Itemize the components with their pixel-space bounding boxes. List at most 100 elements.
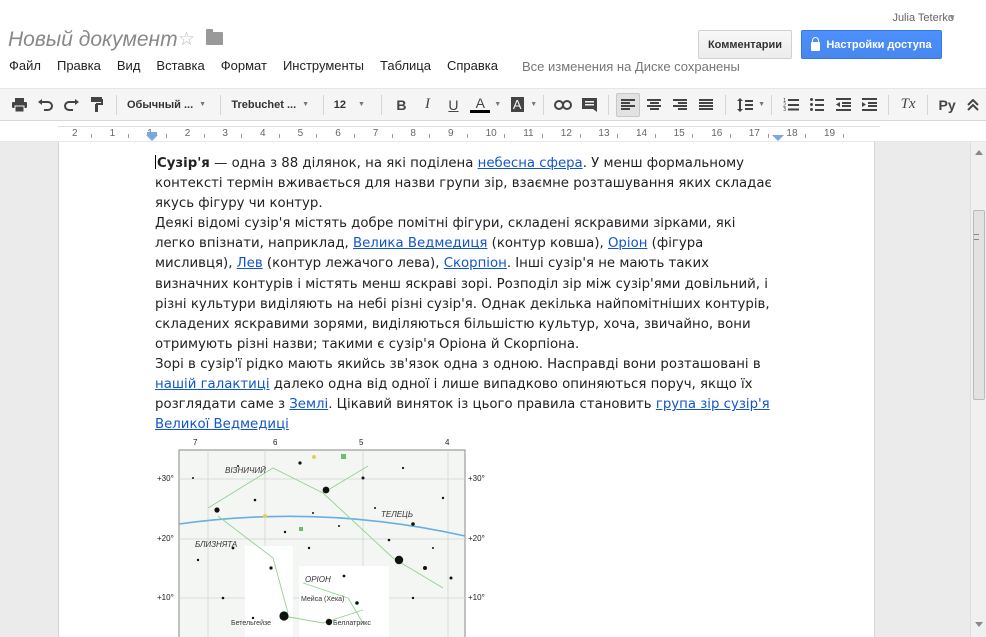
font-size-value: 12 <box>333 98 346 111</box>
ruler-number: 9 <box>448 128 454 139</box>
chevron-down-icon[interactable]: ▼ <box>530 101 537 108</box>
ruler-number: 12 <box>560 128 572 139</box>
line-spacing-icon[interactable] <box>733 93 757 117</box>
ruler-number: 8 <box>410 128 416 139</box>
toolbar-separator <box>116 94 117 115</box>
green-marker <box>299 527 303 531</box>
link-our-galaxy[interactable]: нашій галактиці <box>155 377 270 392</box>
map-ra-label-4: 4 <box>445 438 450 447</box>
constellation-label-orion: ОРІОН <box>305 575 331 584</box>
star-map-image[interactable]: 7 6 5 4 +30° +20° +10° +30° +20° +10° ВІ… <box>157 438 485 637</box>
document-title[interactable]: Новый документ <box>8 28 178 52</box>
chevron-down-icon[interactable]: ▼ <box>494 101 501 108</box>
clear-formatting-button[interactable]: Tx <box>896 93 920 117</box>
text-color-glyph: A <box>475 95 486 111</box>
toolbar-separator <box>381 94 383 115</box>
input-tools-button[interactable]: Ру <box>935 93 959 117</box>
italic-button[interactable]: I <box>415 93 439 117</box>
menu-help[interactable]: Справка <box>439 58 506 76</box>
align-right-button[interactable] <box>668 93 692 117</box>
ruler-tick <box>278 134 280 138</box>
align-center-button[interactable] <box>642 93 666 117</box>
chevron-down-icon[interactable]: ▼ <box>758 101 765 108</box>
ruler-number: 7 <box>372 128 379 139</box>
link-celestial-sphere[interactable]: небесна сфера <box>478 156 583 171</box>
ruler-tick <box>579 134 581 138</box>
scroll-down-arrow-icon[interactable] <box>975 622 983 627</box>
print-icon[interactable] <box>7 93 31 117</box>
comment-icon[interactable] <box>577 93 601 117</box>
document-page[interactable]: Сузір'я — одна з 88 ділянок, на які поді… <box>58 142 875 637</box>
toolbar-separator <box>322 94 324 115</box>
link-scorpius[interactable]: Скорпіон <box>444 256 507 271</box>
menu-format[interactable]: Формат <box>213 58 275 76</box>
align-justify-button[interactable] <box>694 93 718 117</box>
constellation-label-auriga: ВІЗНИЧИЙ <box>225 466 266 475</box>
highlight-color-button[interactable]: A <box>505 93 529 117</box>
menu-tools[interactable]: Инструменты <box>275 58 372 76</box>
ruler-tick <box>504 134 506 138</box>
ruler-tick <box>805 134 807 138</box>
align-left-button[interactable] <box>616 92 641 117</box>
ruler-tick <box>429 134 431 138</box>
menu-table[interactable]: Таблица <box>372 58 439 76</box>
comments-button[interactable]: Комментарии <box>698 30 792 59</box>
toolbar-separator <box>725 94 727 115</box>
decrease-indent-icon[interactable] <box>831 93 855 117</box>
text-run: (контур лежачого лева), <box>262 256 444 272</box>
share-button[interactable]: Настройки доступа <box>801 30 942 59</box>
link-earth[interactable]: Землі <box>289 397 328 412</box>
folder-icon[interactable] <box>206 29 223 45</box>
collapse-chevron-icon[interactable] <box>961 93 985 117</box>
link-icon[interactable] <box>551 93 575 117</box>
bulleted-list-icon[interactable] <box>805 93 829 117</box>
ruler-tick <box>692 134 694 138</box>
redo-icon[interactable] <box>59 93 83 117</box>
user-name[interactable]: Julia Teterko <box>892 12 954 24</box>
link-ursa-major[interactable]: Велика Ведмедиця <box>353 236 487 251</box>
scroll-up-arrow-icon[interactable] <box>975 150 983 155</box>
ruler-tick <box>203 134 205 138</box>
numbered-list-icon[interactable]: 123 <box>779 93 803 117</box>
link-orion[interactable]: Оріон <box>608 236 647 251</box>
ruler-tick <box>767 134 769 138</box>
menu-insert[interactable]: Вставка <box>148 58 212 76</box>
menu-bar: Файл Правка Вид Вставка Формат Инструмен… <box>0 58 506 76</box>
menu-edit[interactable]: Правка <box>49 58 109 76</box>
bold-button[interactable]: B <box>389 93 413 117</box>
align-left-icon <box>621 99 636 110</box>
bullet-list-glyph <box>810 97 825 111</box>
ruler-tick <box>90 134 92 138</box>
undo-icon[interactable] <box>33 93 57 117</box>
ruler-tick <box>166 134 167 138</box>
underline-button[interactable]: U <box>441 93 465 117</box>
map-ra-label-5: 5 <box>359 438 364 447</box>
map-dec-label-left-10: +10° <box>157 593 174 602</box>
document-body[interactable]: Сузір'я — одна з 88 ділянок, на які поді… <box>155 154 775 435</box>
scrollbar-grip-icon <box>974 234 979 240</box>
star-icon[interactable]: ☆ <box>178 28 195 51</box>
style-select[interactable]: Обычный ... ▼ <box>123 93 214 117</box>
text-run: . Цікавий виняток із цього правила стано… <box>328 397 656 413</box>
svg-text:3: 3 <box>783 107 786 111</box>
font-select[interactable]: Trebuchet ... ▼ <box>227 93 316 117</box>
increase-indent-icon[interactable] <box>857 93 881 117</box>
left-indent-handle[interactable] <box>146 135 158 141</box>
paint-format-icon[interactable] <box>85 93 109 117</box>
menu-file[interactable]: Файл <box>0 58 49 76</box>
share-button-label: Настройки доступа <box>826 38 932 51</box>
link-leo[interactable]: Лев <box>237 256 263 271</box>
right-indent-handle[interactable] <box>772 135 784 141</box>
ruler[interactable]: 2112345678910111213141516171819 <box>0 122 986 142</box>
font-size-select[interactable]: 12 ▼ <box>330 93 376 117</box>
menu-view[interactable]: Вид <box>109 58 149 76</box>
align-center-icon <box>647 99 662 110</box>
vertical-scrollbar[interactable] <box>970 142 986 637</box>
map-dec-label-left-20: +20° <box>157 534 174 543</box>
text-color-button[interactable]: A <box>467 93 493 117</box>
user-menu-caret-icon[interactable]: ▼ <box>948 13 956 22</box>
ruler-tick <box>354 134 355 138</box>
ruler-tick <box>730 134 731 138</box>
ruler-tick <box>466 134 468 138</box>
ruler-tick <box>128 134 130 138</box>
